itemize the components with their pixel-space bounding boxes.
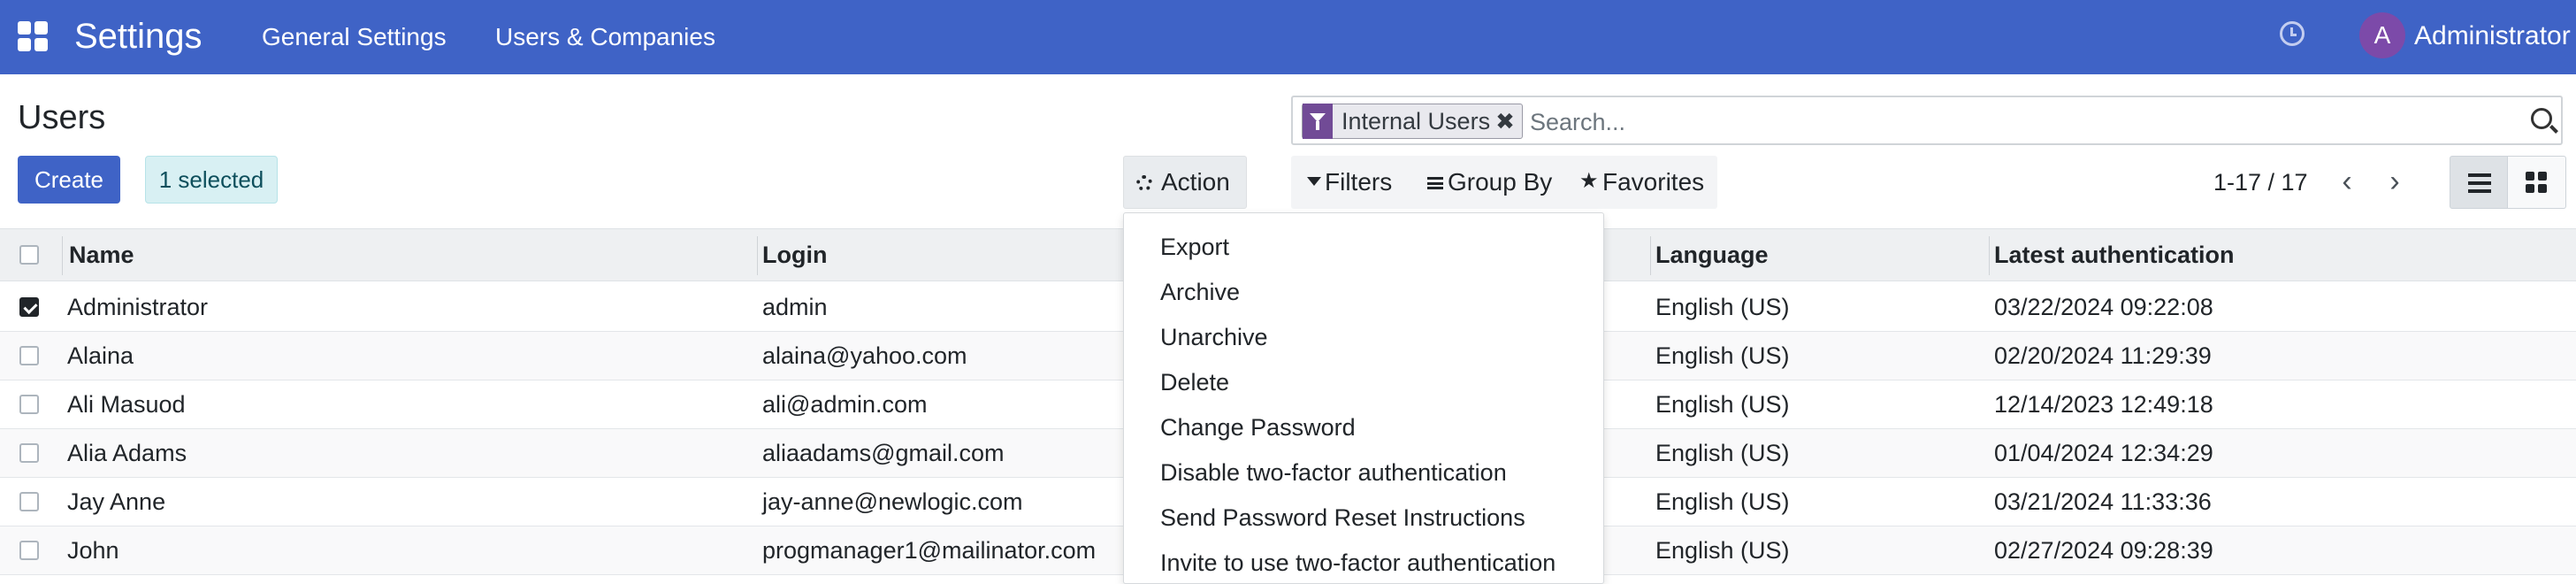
- cell-login: alaina@yahoo.com: [762, 342, 967, 369]
- list-view-icon[interactable]: [2450, 156, 2508, 209]
- row-checkbox[interactable]: [19, 346, 39, 365]
- selected-count-badge: 1 selected: [145, 156, 278, 204]
- select-all-checkbox[interactable]: [19, 245, 39, 265]
- search-facet[interactable]: Internal Users ✖: [1302, 104, 1523, 139]
- column-latest-authentication[interactable]: Latest authentication: [1994, 229, 2235, 280]
- menu-item-disable-2fa[interactable]: Disable two-factor authentication: [1160, 455, 1507, 490]
- filters-button[interactable]: Filters: [1325, 156, 1392, 209]
- cell-latest-authentication: 02/27/2024 09:28:39: [1994, 537, 2213, 564]
- create-button[interactable]: Create: [18, 156, 120, 204]
- group-by-icon: [1427, 177, 1443, 189]
- cell-latest-authentication: 03/22/2024 09:22:08: [1994, 294, 2213, 320]
- cell-language: English (US): [1655, 537, 1790, 564]
- menu-item-unarchive[interactable]: Unarchive: [1160, 319, 1268, 355]
- activity-clock-icon[interactable]: [2280, 21, 2305, 46]
- cell-login: progmanager1@mailinator.com: [762, 537, 1097, 564]
- action-label: Action: [1161, 168, 1230, 196]
- menu-general-settings[interactable]: General Settings: [262, 21, 447, 53]
- cell-language: English (US): [1655, 488, 1790, 515]
- favorites-button[interactable]: Favorites: [1602, 156, 1704, 209]
- filter-icon: [1307, 177, 1321, 186]
- user-avatar[interactable]: A: [2359, 12, 2405, 58]
- column-separator: [1989, 236, 1990, 275]
- menu-item-send-reset[interactable]: Send Password Reset Instructions: [1160, 500, 1525, 535]
- column-separator: [1650, 236, 1651, 275]
- menu-item-export[interactable]: Export: [1160, 229, 1229, 265]
- cell-latest-authentication: 12/14/2023 12:49:18: [1994, 391, 2213, 418]
- menu-item-invite-2fa[interactable]: Invite to use two-factor authentication: [1160, 545, 1556, 580]
- column-name[interactable]: Name: [69, 229, 134, 280]
- group-by-button[interactable]: Group By: [1448, 156, 1552, 209]
- page-title: Users: [18, 99, 106, 136]
- cell-latest-authentication: 01/04/2024 12:34:29: [1994, 440, 2213, 466]
- cell-language: English (US): [1655, 342, 1790, 369]
- cell-language: English (US): [1655, 294, 1790, 320]
- star-icon: ★: [1579, 169, 1599, 193]
- facet-remove-icon[interactable]: ✖: [1495, 108, 1522, 135]
- apps-menu-icon[interactable]: [18, 21, 48, 51]
- pager-previous-icon[interactable]: ‹: [2329, 165, 2365, 200]
- gear-icon: [1136, 175, 1152, 191]
- column-language[interactable]: Language: [1655, 229, 1769, 280]
- facet-label: Internal Users: [1342, 107, 1491, 134]
- row-checkbox[interactable]: [19, 395, 39, 414]
- cell-name: Administrator: [67, 294, 209, 320]
- cell-name: John: [67, 537, 119, 564]
- column-separator: [62, 236, 63, 275]
- user-menu-name[interactable]: Administrator: [2414, 19, 2571, 53]
- cell-login: jay-anne@newlogic.com: [762, 488, 1023, 515]
- row-checkbox[interactable]: [19, 541, 39, 560]
- cell-name: Jay Anne: [67, 488, 166, 515]
- action-dropdown-menu: Export Archive Unarchive Delete Change P…: [1123, 212, 1604, 584]
- cell-login: admin: [762, 294, 828, 320]
- menu-item-archive[interactable]: Archive: [1160, 274, 1240, 310]
- cell-name: Alia Adams: [67, 440, 187, 466]
- action-button[interactable]: Action: [1123, 156, 1247, 209]
- cell-name: Alaina: [67, 342, 134, 369]
- cell-login: aliaadams@gmail.com: [762, 440, 1005, 466]
- cell-login: ali@admin.com: [762, 391, 928, 418]
- search-options-bar: Filters Group By ★ Favorites: [1291, 156, 1717, 209]
- column-login[interactable]: Login: [762, 229, 827, 280]
- row-checkbox[interactable]: [19, 297, 39, 317]
- pager-next-icon[interactable]: ›: [2377, 165, 2412, 200]
- menu-item-change-password[interactable]: Change Password: [1160, 410, 1356, 445]
- filter-facet-icon: [1303, 104, 1333, 139]
- kanban-view-icon[interactable]: [2508, 156, 2566, 209]
- cell-language: English (US): [1655, 391, 1790, 418]
- column-separator: [757, 236, 758, 275]
- pager-value[interactable]: 1-17 / 17: [2213, 165, 2308, 200]
- cell-latest-authentication: 03/21/2024 11:33:36: [1994, 488, 2212, 515]
- search-bar: Internal Users ✖: [1291, 96, 2563, 145]
- search-input[interactable]: [1530, 104, 2503, 140]
- top-navbar: Settings General Settings Users & Compan…: [0, 0, 2576, 74]
- menu-item-delete[interactable]: Delete: [1160, 365, 1229, 400]
- app-name[interactable]: Settings: [74, 14, 203, 58]
- search-icon[interactable]: [2531, 108, 2552, 129]
- row-checkbox[interactable]: [19, 492, 39, 511]
- menu-users-companies[interactable]: Users & Companies: [495, 21, 715, 53]
- cell-language: English (US): [1655, 440, 1790, 466]
- cell-name: Ali Masuod: [67, 391, 186, 418]
- cell-latest-authentication: 02/20/2024 11:29:39: [1994, 342, 2212, 369]
- row-checkbox[interactable]: [19, 443, 39, 463]
